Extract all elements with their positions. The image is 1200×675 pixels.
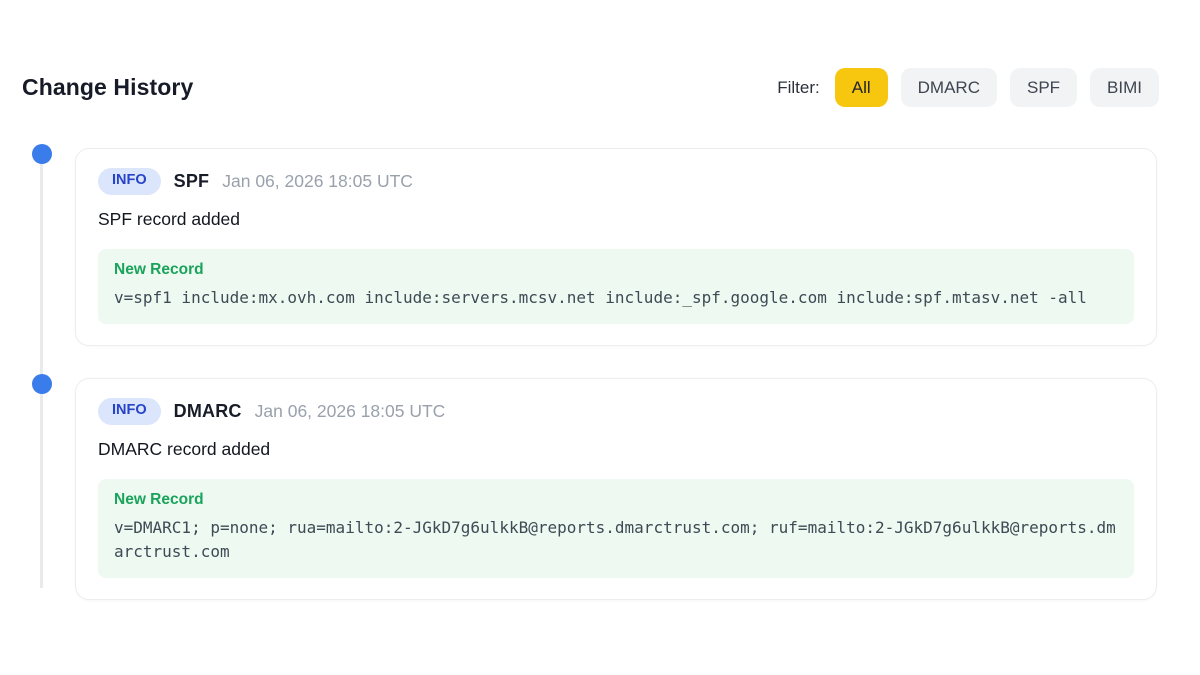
event-header: INFO DMARC Jan 06, 2026 18:05 UTC [98, 398, 1134, 425]
event-type: SPF [174, 171, 210, 192]
event-timestamp: Jan 06, 2026 18:05 UTC [255, 401, 446, 422]
record-value: v=spf1 include:mx.ovh.com include:server… [114, 286, 1118, 310]
event-timestamp: Jan 06, 2026 18:05 UTC [222, 171, 413, 192]
filter-chip-dmarc[interactable]: DMARC [901, 68, 997, 107]
event-title: DMARC record added [98, 439, 1134, 460]
timeline-dot-icon [32, 374, 52, 394]
event-header: INFO SPF Jan 06, 2026 18:05 UTC [98, 168, 1134, 195]
info-badge: INFO [98, 398, 161, 425]
filter-label: Filter: [777, 78, 820, 98]
page-title: Change History [22, 74, 193, 101]
event-title: SPF record added [98, 209, 1134, 230]
record-label: New Record [114, 491, 1118, 509]
record-value: v=DMARC1; p=none; rua=mailto:2-JGkD7g6ul… [114, 516, 1118, 564]
info-badge: INFO [98, 168, 161, 195]
event-type: DMARC [174, 401, 242, 422]
filter-chip-bimi[interactable]: BIMI [1090, 68, 1159, 107]
filter-row: Filter: All DMARC SPF BIMI [777, 68, 1159, 107]
filter-chip-spf[interactable]: SPF [1010, 68, 1077, 107]
header: Change History Filter: All DMARC SPF BIM… [22, 68, 1159, 107]
timeline-line [40, 154, 43, 588]
record-label: New Record [114, 261, 1118, 279]
event-card-dmarc: INFO DMARC Jan 06, 2026 18:05 UTC DMARC … [75, 378, 1157, 600]
filter-chip-all[interactable]: All [835, 68, 888, 107]
new-record-block: New Record v=spf1 include:mx.ovh.com inc… [98, 249, 1134, 324]
new-record-block: New Record v=DMARC1; p=none; rua=mailto:… [98, 479, 1134, 578]
timeline-dot-icon [32, 144, 52, 164]
event-card-spf: INFO SPF Jan 06, 2026 18:05 UTC SPF reco… [75, 148, 1157, 346]
